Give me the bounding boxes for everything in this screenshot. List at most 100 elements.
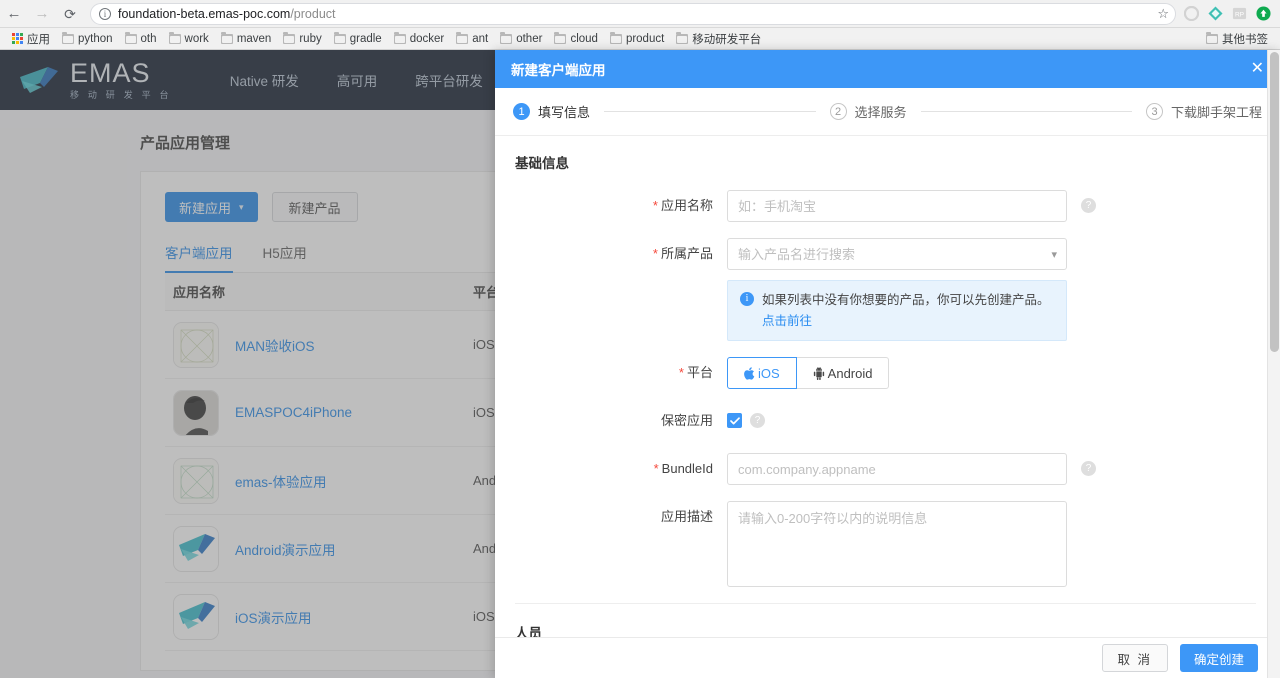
tip-link[interactable]: 点击前往 <box>762 314 812 328</box>
extension-gray-circle-icon[interactable] <box>1184 6 1199 21</box>
url-text: foundation-beta.emas-poc.com/product <box>118 7 336 21</box>
bookmark-label: oth <box>140 32 157 45</box>
step-select-service[interactable]: 2 选择服务 <box>829 102 907 121</box>
bookmark-mobile-platform[interactable]: 移动研发平台 <box>670 31 767 47</box>
bookmark-oth[interactable]: oth <box>119 31 163 45</box>
folder-icon <box>500 31 513 44</box>
help-icon[interactable]: ? <box>1081 198 1096 213</box>
back-arrow-icon[interactable]: ← <box>0 0 28 28</box>
bookmark-gradle[interactable]: gradle <box>328 31 388 45</box>
confirm-create-button[interactable]: 确定创建 <box>1179 644 1258 672</box>
bookmark-apps[interactable]: 应用 <box>6 31 56 47</box>
bookmark-cloud[interactable]: cloud <box>548 31 604 45</box>
bookmark-ruby[interactable]: ruby <box>277 31 327 45</box>
help-icon[interactable]: ? <box>1081 461 1096 477</box>
bookmark-product[interactable]: product <box>604 31 670 45</box>
other-bookmarks-label: 其他书签 <box>1222 33 1268 46</box>
bookmark-ant[interactable]: ant <box>450 31 494 45</box>
dialog-scrollbar[interactable] <box>1267 50 1280 678</box>
field-label: * 平台 <box>515 357 727 389</box>
folder-icon <box>676 31 689 44</box>
bookmark-label: python <box>78 32 113 45</box>
platform-option-android[interactable]: Android <box>795 357 890 390</box>
step-connector <box>604 111 816 112</box>
field-label: * 应用名称 <box>515 190 727 222</box>
bookmark-label: docker <box>409 32 445 45</box>
description-textarea[interactable] <box>727 501 1067 588</box>
svg-text:RP: RP <box>1235 11 1245 18</box>
extension-rp-icon[interactable]: RP <box>1232 6 1247 21</box>
product-tip-box: i 如果列表中没有你想要的产品，你可以先创建产品。点击前往 <box>727 280 1067 342</box>
section-title-staff: 人员 <box>515 626 542 637</box>
bundle-id-input[interactable] <box>727 453 1067 486</box>
bookmark-label: other <box>516 32 543 45</box>
bookmark-label: work <box>184 32 209 45</box>
folder-icon <box>554 31 567 44</box>
product-select-input[interactable] <box>727 238 1067 270</box>
reload-icon[interactable]: ⟳ <box>56 0 84 28</box>
step-connector <box>920 111 1132 112</box>
dialog-scroll-area: 基础信息 *应用名称 ? *所属产品 ▾ i <box>495 136 1280 637</box>
step-indicator: 1 填写信息 2 选择服务 3 下载脚手架工程 <box>495 88 1280 136</box>
bookmark-label: product <box>625 32 665 45</box>
bookmark-maven[interactable]: maven <box>215 31 278 45</box>
step-number: 1 <box>513 103 530 120</box>
android-icon <box>813 366 824 380</box>
extension-green-circle-icon[interactable] <box>1256 6 1271 21</box>
field-app-name: *应用名称 ? <box>515 190 1256 222</box>
field-bundle-id: *BundleId ? <box>515 453 1256 486</box>
folder-icon <box>283 31 296 44</box>
field-label: * 所属产品 <box>515 238 727 270</box>
secret-app-checkbox[interactable] <box>727 413 742 429</box>
folder-icon <box>333 31 346 44</box>
bookmark-label: ruby <box>299 32 322 45</box>
folder-icon <box>456 31 469 44</box>
folder-icon <box>1206 31 1218 44</box>
field-label-text: 所属产品 <box>660 246 713 261</box>
address-bar[interactable]: i foundation-beta.emas-poc.com/product ☆ <box>90 2 1176 25</box>
bookmark-label: ant <box>472 32 489 45</box>
url-path: /product <box>290 6 336 21</box>
check-icon <box>729 417 740 425</box>
folder-icon <box>393 31 406 44</box>
site-info-icon[interactable]: i <box>99 7 111 20</box>
platform-option-ios[interactable]: iOS <box>727 357 797 390</box>
field-label-text: 应用名称 <box>660 198 713 213</box>
bookmark-docker[interactable]: docker <box>388 31 451 45</box>
field-label-text: 应用描述 <box>660 509 713 525</box>
bookmark-label: 移动研发平台 <box>692 33 762 46</box>
help-icon[interactable]: ? <box>750 413 765 429</box>
step-number: 3 <box>1146 103 1163 120</box>
field-label: * BundleId <box>515 453 727 485</box>
folder-icon <box>62 31 74 44</box>
field-platform: * 平台 iOS Android <box>515 357 1256 390</box>
bookmark-label: 应用 <box>27 33 50 46</box>
step-label: 填写信息 <box>538 105 591 120</box>
bookmark-work[interactable]: work <box>163 31 215 45</box>
step-number: 2 <box>829 103 847 120</box>
close-icon[interactable]: ✕ <box>1251 61 1264 77</box>
bookmark-python[interactable]: python <box>56 31 119 45</box>
other-bookmarks-button[interactable]: 其他书签 <box>1200 31 1274 47</box>
required-marker: * <box>678 365 684 381</box>
field-description: 应用描述 <box>515 501 1256 588</box>
extension-teal-diamond-icon[interactable] <box>1208 6 1223 21</box>
platform-label: Android <box>827 365 873 381</box>
bookmark-other[interactable]: other <box>494 31 548 45</box>
app-name-input[interactable] <box>727 190 1067 222</box>
tip-message: 如果列表中没有你想要的产品，你可以先创建产品。 <box>762 293 1050 307</box>
step-download-scaffold[interactable]: 3 下载脚手架工程 <box>1146 102 1262 121</box>
folder-icon <box>124 31 137 44</box>
step-label: 下载脚手架工程 <box>1171 105 1263 120</box>
scrollbar-thumb[interactable] <box>1270 52 1279 352</box>
step-fill-info[interactable]: 1 填写信息 <box>513 102 590 121</box>
field-label: 应用描述 <box>515 501 727 533</box>
folder-icon <box>168 31 181 44</box>
dialog-body: 基础信息 *应用名称 ? *所属产品 ▾ i <box>495 136 1280 637</box>
bookmark-star-icon[interactable]: ☆ <box>1157 6 1169 22</box>
folder-icon <box>220 31 233 44</box>
forward-arrow-icon: → <box>34 5 50 22</box>
required-marker: * <box>652 246 658 261</box>
step-label: 选择服务 <box>854 105 907 120</box>
cancel-button[interactable]: 取 消 <box>1101 644 1168 672</box>
